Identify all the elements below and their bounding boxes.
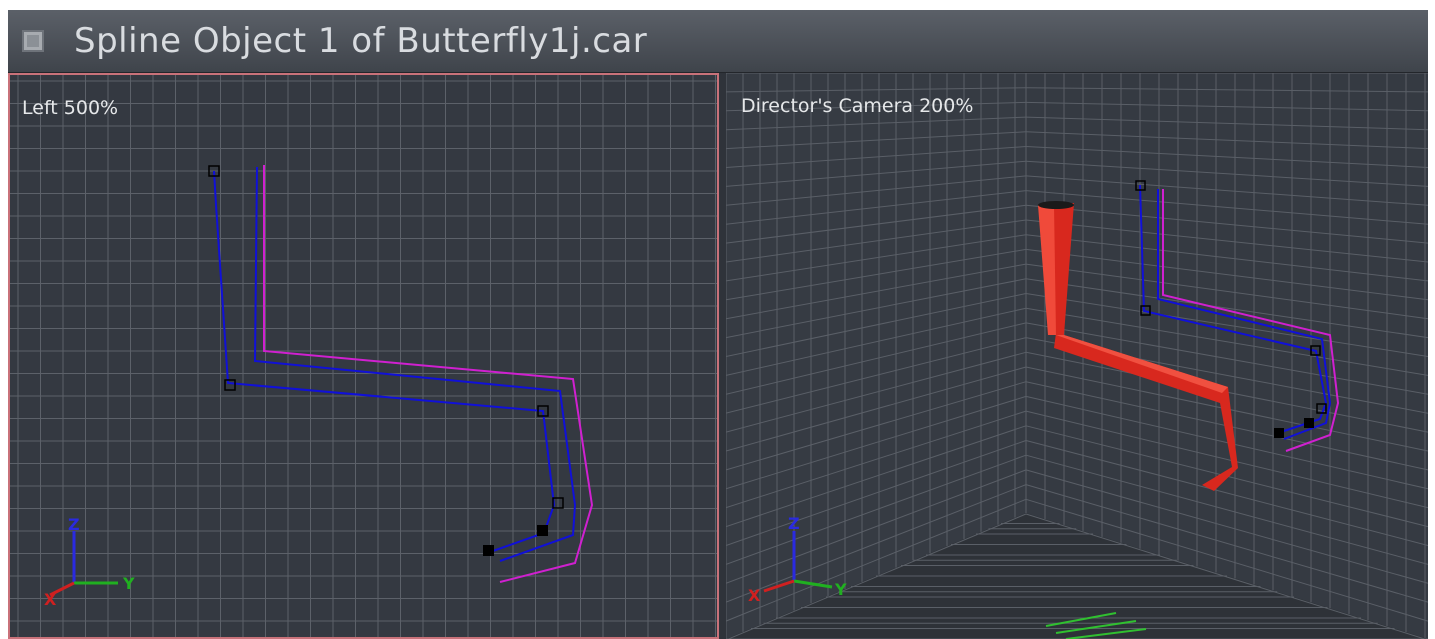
right-viewport-grid[interactable]: Z Y X [726, 73, 1428, 639]
axis-z-label: Z [788, 514, 800, 533]
control-point-selected[interactable] [1304, 418, 1314, 428]
axis-x-label: X [44, 590, 57, 609]
viewport-right-label[interactable]: Director's Camera 200% [741, 95, 973, 117]
axis-z-label: Z [68, 515, 80, 534]
window-menu-icon[interactable] [22, 30, 44, 52]
axis-x-label: X [748, 586, 761, 605]
control-point[interactable] [224, 379, 236, 391]
viewport-left-label[interactable]: Left 500% [22, 97, 118, 119]
grid-lines [10, 75, 717, 637]
viewport-left[interactable]: Z Y X Left 500% [8, 73, 719, 639]
control-point-selected[interactable] [1274, 428, 1284, 438]
window-title: Spline Object 1 of Butterfly1j.car [74, 21, 648, 61]
left-viewport-grid[interactable]: Z Y X [10, 75, 719, 639]
window-titlebar[interactable]: Spline Object 1 of Butterfly1j.car [8, 10, 1428, 73]
viewport-window: Spline Object 1 of Butterfly1j.car Z Y X… [8, 10, 1428, 639]
axis-gizmo: Z Y X [44, 515, 135, 609]
viewport-right[interactable]: Z Y X Director's Camera 200% [726, 73, 1428, 639]
axis-y-label: Y [122, 574, 135, 593]
control-point-selected[interactable] [537, 525, 548, 536]
control-point-selected[interactable] [483, 545, 494, 556]
axis-y-label: Y [834, 580, 847, 599]
